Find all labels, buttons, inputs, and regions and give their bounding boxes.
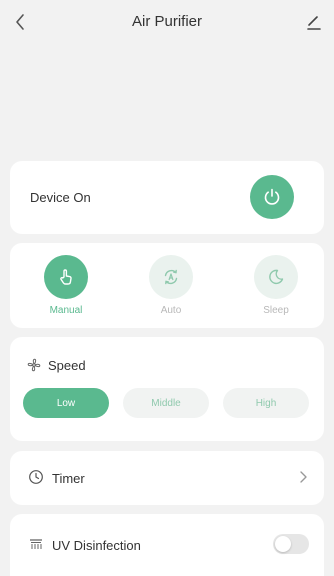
mode-manual-circle bbox=[44, 255, 88, 299]
fan-icon bbox=[27, 358, 41, 372]
chevron-right-icon bbox=[298, 469, 308, 490]
mode-sleep-circle bbox=[254, 255, 298, 299]
auto-icon bbox=[164, 269, 178, 285]
timer-row[interactable]: Timer bbox=[10, 451, 324, 505]
uv-lamp-icon bbox=[28, 537, 44, 551]
power-icon bbox=[264, 188, 280, 205]
edit-icon bbox=[307, 16, 321, 30]
mode-auto-button[interactable]: Auto bbox=[141, 255, 201, 316]
mode-manual-button[interactable]: Manual bbox=[36, 255, 96, 316]
clock-icon bbox=[28, 469, 44, 485]
uv-label: UV Disinfection bbox=[52, 538, 141, 553]
speed-middle-button[interactable]: Middle bbox=[123, 388, 209, 418]
edit-button[interactable] bbox=[302, 10, 326, 34]
hand-icon bbox=[60, 269, 72, 285]
mode-card: Manual Auto Sleep bbox=[10, 243, 324, 328]
mode-auto-label: Auto bbox=[160, 305, 182, 316]
power-card: Device On bbox=[10, 161, 324, 234]
moon-icon bbox=[269, 269, 284, 285]
uv-toggle[interactable] bbox=[273, 534, 309, 554]
speed-high-button[interactable]: High bbox=[223, 388, 309, 418]
power-button[interactable] bbox=[250, 175, 294, 219]
speed-low-button[interactable]: Low bbox=[23, 388, 109, 418]
mode-manual-label: Manual bbox=[49, 305, 83, 316]
mode-sleep-label: Sleep bbox=[263, 305, 289, 316]
power-label: Device On bbox=[30, 190, 91, 205]
mode-sleep-button[interactable]: Sleep bbox=[246, 255, 306, 316]
uv-toggle-knob bbox=[275, 536, 291, 552]
top-bar: Air Purifier bbox=[0, 0, 334, 44]
page-title: Air Purifier bbox=[131, 13, 202, 30]
speed-card: Speed Low Middle High bbox=[10, 337, 324, 441]
speed-header: Speed bbox=[26, 357, 86, 373]
timer-label: Timer bbox=[52, 471, 85, 486]
speed-title: Speed bbox=[48, 357, 86, 373]
uv-row: UV Disinfection bbox=[10, 514, 324, 576]
mode-auto-circle bbox=[149, 255, 193, 299]
